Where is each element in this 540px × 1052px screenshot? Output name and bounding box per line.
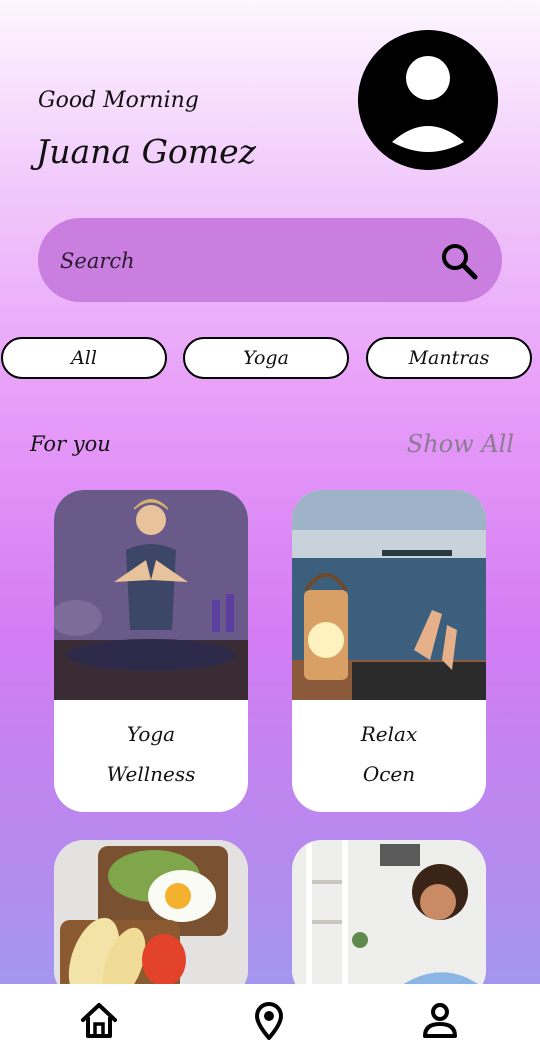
bottom-nav xyxy=(0,984,540,1052)
card-food[interactable] xyxy=(54,840,248,1000)
card-image xyxy=(292,490,486,700)
card-meditation[interactable] xyxy=(292,840,486,1000)
location-pin-icon xyxy=(255,1002,283,1040)
nav-home-button[interactable] xyxy=(79,1000,119,1040)
search-input[interactable] xyxy=(58,238,422,284)
user-name: Juana Gomez xyxy=(36,132,257,171)
home-icon xyxy=(81,1003,117,1038)
filter-chip-all[interactable]: All xyxy=(1,337,167,379)
card-subtitle: Ocen xyxy=(362,762,416,786)
card-yoga[interactable]: Yoga Wellness xyxy=(54,490,248,812)
card-subtitle: Wellness xyxy=(106,762,196,786)
section-title: For you xyxy=(30,432,111,456)
search-bar xyxy=(38,218,502,302)
greeting-text: Good Morning xyxy=(38,88,199,113)
card-title: Relax xyxy=(360,722,418,746)
show-all-link[interactable]: Show All xyxy=(407,430,514,458)
filter-chip-mantras[interactable]: Mantras xyxy=(366,337,532,379)
user-avatar-icon xyxy=(358,30,498,170)
search-icon[interactable] xyxy=(440,242,478,280)
nav-profile-button[interactable] xyxy=(420,1000,460,1040)
nav-location-button[interactable] xyxy=(249,1000,289,1040)
card-image xyxy=(54,490,248,700)
profile-icon xyxy=(423,1003,457,1038)
card-title: Yoga xyxy=(126,722,176,746)
filter-chip-yoga[interactable]: Yoga xyxy=(183,337,349,379)
avatar[interactable] xyxy=(358,30,498,170)
card-image xyxy=(54,840,248,1000)
card-relax[interactable]: Relax Ocen xyxy=(292,490,486,812)
card-image xyxy=(292,840,486,1000)
